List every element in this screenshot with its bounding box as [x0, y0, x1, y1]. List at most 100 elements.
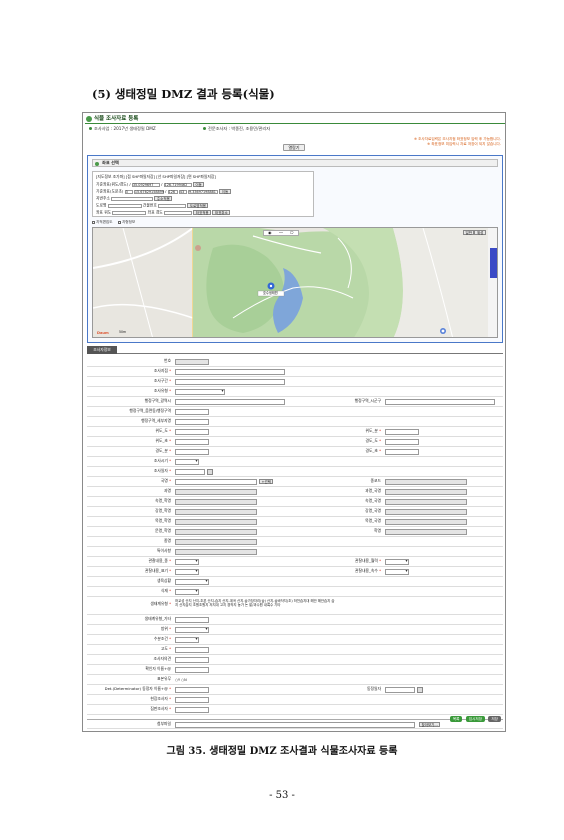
- field-label: 행정구역_읍면동/행정구역: [129, 408, 171, 413]
- start-lon-input[interactable]: 126.7199462: [163, 182, 192, 187]
- coordinate-form: [지도정보 조가파] [점 SHP파일저장] [선 SHP파일저장] [면 SH…: [92, 171, 314, 217]
- admin-sigungu-input[interactable]: [385, 399, 495, 405]
- address-apply-button[interactable]: 주소적용: [154, 196, 173, 201]
- specimen-yes-label: Y: [177, 677, 181, 682]
- form-row: 국명 * +선택 종코드: [87, 477, 503, 487]
- field-label: 수분조건 *: [153, 636, 171, 641]
- map-line-tool-icon[interactable]: 〰: [279, 230, 283, 236]
- env-type-select[interactable]: [175, 559, 199, 565]
- shp-file-options[interactable]: [지도정보 조가파] [점 SHP파일저장] [선 SHP파일저장] [면 SH…: [96, 174, 216, 179]
- terrain-toggle[interactable]: 지형정보: [118, 220, 135, 224]
- species-select-button[interactable]: +선택: [259, 479, 274, 484]
- map-tools[interactable]: ◉ 〰 ⬠: [263, 230, 299, 236]
- point-lon-input[interactable]: [164, 210, 193, 215]
- dms-label: 기준좌표(도분초): [96, 188, 124, 194]
- address-input[interactable]: [111, 196, 154, 201]
- map-polygon-tool-icon[interactable]: ⬠: [290, 230, 293, 236]
- direction-select[interactable]: [175, 627, 209, 633]
- determiner-input[interactable]: [175, 687, 209, 693]
- family-sci-input: [385, 489, 467, 495]
- lon-min-input[interactable]: [175, 449, 209, 455]
- admin-detail-input[interactable]: [175, 419, 209, 425]
- point-lat-input[interactable]: [112, 210, 147, 215]
- survey-site-input[interactable]: [175, 369, 285, 375]
- moisture-select[interactable]: [175, 637, 199, 643]
- calendar-icon[interactable]: [417, 687, 423, 693]
- specimen-options[interactable]: ○Y ○N: [175, 678, 187, 683]
- field-label-text: 위도_초: [155, 438, 168, 443]
- species-input[interactable]: [175, 479, 257, 485]
- field-label: 목명_학명: [155, 518, 171, 523]
- list-button[interactable]: 목록: [449, 716, 463, 722]
- field-label: 식재 *: [160, 588, 171, 593]
- coord-cancel-button[interactable]: 좌표취소: [212, 210, 231, 215]
- view-button[interactable]: 열람기: [283, 144, 305, 151]
- form-row: 조사구간 *: [87, 377, 503, 387]
- field-label: 행정구역_세부지명: [141, 418, 171, 423]
- habitat-select[interactable]: [175, 589, 199, 595]
- dms-sec-input[interactable]: 126: [167, 189, 178, 194]
- genus-sci-input: [385, 499, 467, 505]
- form-row: 조사유형 *: [87, 387, 503, 397]
- ecology-other-input[interactable]: [175, 617, 209, 623]
- lat-sec-input[interactable]: [175, 439, 209, 445]
- lab-surveyor-input[interactable]: [175, 707, 209, 713]
- ecology-type-options[interactable]: 하교성 산지 산지-초본 산지-습지 산지-계곡 산지-숲가장자리(숲) 산지-…: [175, 599, 497, 608]
- survey-type-select[interactable]: [175, 389, 225, 395]
- lat-deg-input[interactable]: [175, 429, 209, 435]
- admin-eupmyeon-input[interactable]: [175, 409, 209, 415]
- survey-project: 조사사업 : 2017년 생태정밀 DMZ: [89, 126, 156, 132]
- dms-deg-input[interactable]: 3: [124, 189, 133, 194]
- temp-save-button[interactable]: 임시저장: [465, 716, 486, 722]
- determine-date-input[interactable]: [385, 687, 415, 693]
- survey-section-input[interactable]: [175, 379, 285, 385]
- lon-deg-input[interactable]: [385, 439, 419, 445]
- form-row: 관찰내용_종 * 관찰내용_월력 *: [87, 557, 503, 567]
- calendar-icon[interactable]: [207, 469, 213, 475]
- survey-date-input[interactable]: [175, 469, 205, 475]
- photo-name-input[interactable]: [175, 667, 209, 673]
- dms-min2-input[interactable]: 9.33697198881: [188, 189, 218, 194]
- field-label: 방위 *: [160, 626, 171, 631]
- road-input[interactable]: [107, 203, 142, 208]
- env-area-select[interactable]: [175, 569, 199, 575]
- map-view-satellite[interactable]: 위성: [474, 230, 486, 235]
- form-row: 첨부파일 찾아보기...: [87, 719, 503, 729]
- lon-sec-input[interactable]: [385, 449, 419, 455]
- register-button[interactable]: 저장: [488, 716, 501, 722]
- form-row: 조사일자 *: [87, 467, 503, 477]
- cadastral-toggle[interactable]: 지적편집도: [92, 220, 113, 224]
- browse-button[interactable]: 찾아보기...: [419, 722, 441, 727]
- address-label: 지번주소: [96, 195, 110, 201]
- map-view-basic[interactable]: 일반: [463, 230, 475, 235]
- location-panel-header[interactable]: 좌표 선택: [92, 159, 498, 167]
- start-lat-input[interactable]: 35.0929697: [131, 182, 160, 187]
- field-label: 현장조사자 *: [150, 696, 171, 701]
- lat-min-input[interactable]: [385, 429, 419, 435]
- altitude-input[interactable]: [175, 647, 209, 653]
- env-num-select[interactable]: [385, 569, 409, 575]
- road-apply-button[interactable]: 도로명적용: [187, 203, 209, 208]
- attachment-input[interactable]: [175, 722, 415, 728]
- survey-time-select[interactable]: [175, 459, 199, 465]
- form-row: 경도_분 * 경도_초 *: [87, 447, 503, 457]
- field-label: 생태계유형_기타: [144, 616, 171, 621]
- field-surveyor-input[interactable]: [175, 697, 209, 703]
- admin-city-input[interactable]: [175, 399, 285, 405]
- building-input[interactable]: [158, 203, 187, 208]
- life-form-select[interactable]: [175, 579, 209, 585]
- form-row: 번호: [87, 357, 503, 367]
- start-move-button[interactable]: 이동: [192, 182, 205, 187]
- building-label: 건물번호: [142, 202, 157, 208]
- env-count-select[interactable]: [385, 559, 409, 565]
- field-label: 조사구간 *: [153, 378, 171, 383]
- field-label-text: 생태계유형: [150, 601, 168, 606]
- dms-min-input[interactable]: 15.67629158899: [133, 189, 164, 194]
- map-view[interactable]: 호수생태원 일반 위성 ◉ 〰 ⬠ Daum 50m: [92, 227, 498, 338]
- coord-apply-button[interactable]: 좌표적용: [193, 210, 212, 215]
- dms-deg2-input[interactable]: 43: [178, 189, 187, 194]
- surveyor-note-input[interactable]: [175, 657, 209, 663]
- map-marker-tool-icon[interactable]: ◉: [268, 230, 272, 236]
- dms-move-button[interactable]: 이동: [219, 189, 231, 194]
- tab-surveyor-info[interactable]: 조사자정보: [87, 346, 117, 354]
